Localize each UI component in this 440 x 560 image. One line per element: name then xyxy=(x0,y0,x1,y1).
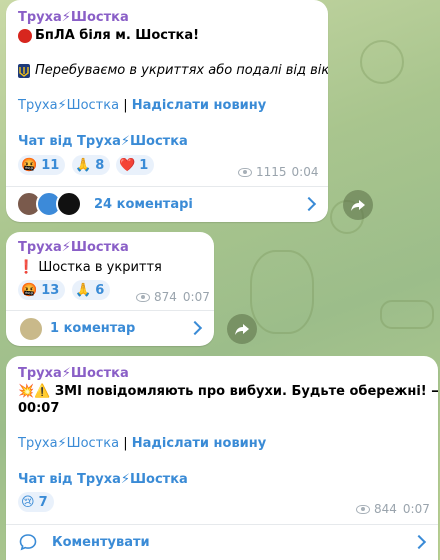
link-separator: | xyxy=(123,98,128,113)
sender-name[interactable]: Труха⚡Шостка xyxy=(18,10,129,25)
channel-link[interactable]: Труха⚡Шостка xyxy=(18,98,119,113)
message-time: 0:07 xyxy=(182,290,210,304)
message-meta: 1115 0:04 xyxy=(238,165,319,179)
view-count: 1115 xyxy=(256,165,287,179)
views-eye-icon xyxy=(238,167,252,177)
message-bubble[interactable]: Труха⚡Шостка 💥⚠️ ЗМІ повідомляють про ви… xyxy=(6,356,438,560)
chevron-right-icon xyxy=(187,320,203,336)
comments-count[interactable]: 24 коментарі xyxy=(94,197,193,212)
message-time: 0:04 xyxy=(291,165,319,179)
share-button[interactable] xyxy=(227,314,257,344)
background-doodle xyxy=(360,40,404,84)
crying-face-icon: 😢 xyxy=(21,494,35,510)
view-count: 844 xyxy=(374,502,397,516)
comment-button-label[interactable]: Коментувати xyxy=(52,535,150,550)
submit-news-link[interactable]: Надіслати новину xyxy=(132,436,266,451)
reaction-pray[interactable]: 🙏 6 xyxy=(72,280,111,300)
reaction-heart[interactable]: ❤️ 1 xyxy=(116,155,155,175)
share-arrow-icon xyxy=(235,324,249,335)
headline-time: 00:07 xyxy=(18,401,60,416)
channel-link[interactable]: Труха⚡Шостка xyxy=(18,436,119,451)
pray-icon: 🙏 xyxy=(75,282,92,298)
share-arrow-icon xyxy=(351,200,365,211)
exclamation-icon: ❗ xyxy=(18,260,35,275)
views-eye-icon xyxy=(136,292,150,302)
message-headline: 💥⚠️ ЗМІ повідомляють про вибухи. Будьте … xyxy=(18,384,438,399)
comment-footer[interactable]: Коментувати xyxy=(6,524,438,560)
links-row: Труха⚡Шостка | Надіслати новину xyxy=(18,436,266,451)
message-meta: 844 0:07 xyxy=(356,502,430,516)
background-doodle xyxy=(250,250,314,334)
message-note: Перебуваємо в укриттях або подалі від ві… xyxy=(18,63,328,78)
comment-bubble-icon xyxy=(19,533,37,551)
commenter-avatar xyxy=(18,316,44,342)
comments-footer[interactable]: 1 коментар xyxy=(6,310,214,346)
angry-face-icon: 🤬 xyxy=(21,157,38,173)
message-headline: БпЛА біля м. Шостка! xyxy=(18,28,199,43)
message-headline: ❗ Шостка в укриття xyxy=(18,260,162,275)
reaction-angry[interactable]: 🤬 11 xyxy=(18,155,66,175)
submit-news-link[interactable]: Надіслати новину xyxy=(132,98,266,113)
sender-name[interactable]: Труха⚡Шостка xyxy=(18,240,129,255)
reaction-pray[interactable]: 🙏 8 xyxy=(72,155,111,175)
message-time: 0:07 xyxy=(402,502,430,516)
sender-name[interactable]: Труха⚡Шостка xyxy=(18,366,129,381)
chevron-right-icon xyxy=(301,196,317,212)
message-meta: 874 0:07 xyxy=(136,290,210,304)
reaction-cry[interactable]: 😢 7 xyxy=(18,492,54,512)
chat-link[interactable]: Чат від Труха⚡Шостка xyxy=(18,134,188,149)
share-button[interactable] xyxy=(343,190,373,220)
message-bubble[interactable]: Труха⚡Шостка БпЛА біля м. Шостка! Перебу… xyxy=(6,0,328,222)
red-circle-icon xyxy=(18,28,32,43)
links-row: Труха⚡Шостка | Надіслати новину xyxy=(18,98,266,113)
views-eye-icon xyxy=(356,504,370,514)
comments-footer[interactable]: 24 коментарі xyxy=(6,186,328,222)
commenter-avatar xyxy=(56,191,82,217)
explosion-warning-icon: 💥⚠️ xyxy=(18,384,51,399)
view-count: 874 xyxy=(154,290,177,304)
angry-face-icon: 🤬 xyxy=(21,282,38,298)
message-bubble[interactable]: Труха⚡Шостка ❗ Шостка в укриття 🤬 13 🙏 6… xyxy=(6,232,214,346)
background-doodle xyxy=(380,300,434,329)
comments-count[interactable]: 1 коментар xyxy=(50,321,135,336)
link-separator: | xyxy=(123,436,128,451)
chevron-right-icon xyxy=(411,534,427,550)
heart-icon: ❤️ xyxy=(119,157,136,173)
trident-icon xyxy=(18,63,30,78)
pray-icon: 🙏 xyxy=(75,157,92,173)
reaction-angry[interactable]: 🤬 13 xyxy=(18,280,66,300)
chat-link[interactable]: Чат від Труха⚡Шостка xyxy=(18,472,188,487)
